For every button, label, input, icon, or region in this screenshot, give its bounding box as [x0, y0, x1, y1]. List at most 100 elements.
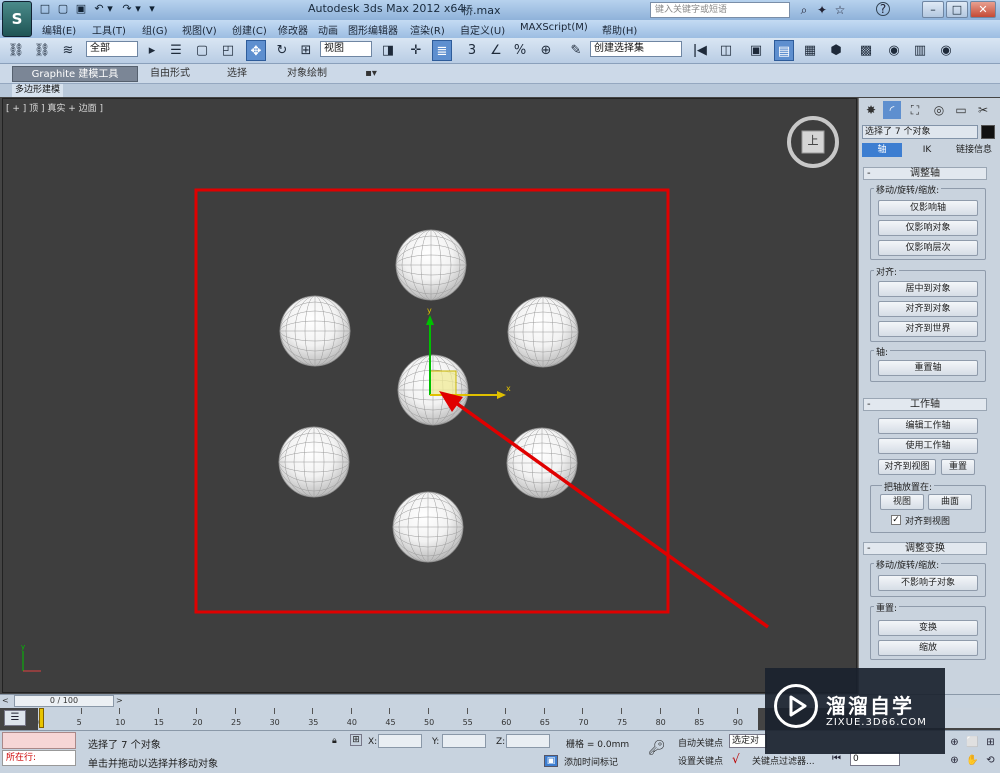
search-input[interactable]: 键入关键字或短语 — [650, 2, 790, 18]
reset-transform-button[interactable]: 变换 — [878, 620, 978, 636]
rollout-adjust-pivot[interactable]: - 调整轴 — [863, 167, 987, 180]
absolute-mode-icon[interactable]: ⊞ — [350, 734, 362, 746]
keyboard-shortcut-override-icon[interactable]: ≣ — [432, 40, 452, 61]
time-tag-icon[interactable]: ▣ — [544, 755, 558, 767]
collapse-icon[interactable]: - — [867, 543, 871, 554]
align-to-object-button[interactable]: 对齐到对象 — [878, 301, 978, 317]
set-key-button[interactable]: 设置关键点 — [678, 754, 723, 767]
select-by-name-icon[interactable]: ☰ — [166, 40, 186, 61]
communication-icon[interactable]: ☆ — [832, 2, 848, 18]
align-to-view-checkbox[interactable]: ✓ — [891, 515, 901, 525]
sphere-object[interactable] — [278, 426, 350, 498]
motion-panel-icon[interactable]: ◎ — [930, 101, 948, 119]
rollout-adjust-transform[interactable]: - 调整变换 — [863, 542, 987, 555]
redo-dropdown-icon[interactable]: ▾ — [134, 2, 142, 16]
undo-icon[interactable]: ↶ — [92, 2, 106, 16]
selected-objects-dropdown[interactable]: 选定对象 — [729, 734, 767, 748]
schematic-view-icon[interactable]: ⬢ — [826, 40, 846, 61]
percent-snap-icon[interactable]: % — [510, 40, 530, 61]
pan-icon[interactable]: ✋ — [966, 754, 979, 767]
maxscript-line-label[interactable]: 所在行: — [2, 750, 76, 766]
sphere-object[interactable] — [395, 229, 467, 301]
x-coordinate-field[interactable] — [378, 734, 422, 748]
top-viewport[interactable]: y x 上 y — [2, 98, 857, 693]
menu-modifiers[interactable]: 修改器 — [278, 22, 308, 37]
rollout-working-pivot[interactable]: - 工作轴 — [863, 398, 987, 411]
spinner-snap-icon[interactable]: ⊕ — [536, 40, 556, 61]
reference-coordinate-dropdown[interactable]: 视图 — [320, 41, 372, 57]
graphite-toggle-icon[interactable]: ▤ — [774, 40, 794, 61]
collapse-icon[interactable]: - — [867, 399, 871, 410]
zoom-extents-icon[interactable]: ⬜ — [966, 736, 979, 749]
z-coordinate-field[interactable] — [506, 734, 550, 748]
layer-manager-icon[interactable]: ▣ — [746, 40, 766, 61]
named-selection-dropdown[interactable]: 创建选择集 — [590, 41, 682, 57]
create-panel-icon[interactable]: ✸ — [862, 101, 880, 119]
place-view-button[interactable]: 视图 — [880, 494, 924, 510]
tab-pivot[interactable]: 轴 — [862, 143, 902, 157]
sphere-object[interactable] — [507, 296, 579, 368]
time-slider[interactable]: 0 / 100 — [14, 695, 114, 707]
current-frame-field[interactable]: 0 — [850, 752, 900, 766]
ribbon-options-icon[interactable]: ▪▾ — [362, 66, 380, 82]
render-setup-icon[interactable]: ◉ — [884, 40, 904, 61]
minimize-button[interactable]: – — [922, 1, 944, 18]
tab-selection[interactable]: 选择 — [222, 66, 252, 82]
align-to-view-button[interactable]: 对齐到视图 — [878, 459, 936, 475]
menu-graph-editors[interactable]: 图形编辑器 — [348, 22, 398, 37]
reset-pivot-button[interactable]: 重置轴 — [878, 360, 978, 376]
mirror-icon[interactable]: ǀ◀ — [690, 40, 710, 61]
tab-ik[interactable]: IK — [905, 143, 949, 157]
bind-space-warp-icon[interactable]: ≋ — [58, 40, 78, 61]
link-icon[interactable]: ⛓ — [6, 40, 26, 61]
use-working-pivot-button[interactable]: 使用工作轴 — [878, 438, 978, 454]
reset-scale-button[interactable]: 缩放 — [878, 640, 978, 656]
reset-button[interactable]: 重置 — [941, 459, 975, 475]
align-to-world-button[interactable]: 对齐到世界 — [878, 321, 978, 337]
sphere-object[interactable] — [392, 491, 464, 563]
collapse-icon[interactable]: - — [867, 168, 871, 179]
snaps-toggle-icon[interactable]: 3 — [462, 40, 482, 61]
maxscript-listener[interactable] — [2, 732, 76, 749]
key-mode-icon[interactable]: √ — [732, 752, 740, 766]
lock-icon[interactable]: 🔒︎ — [332, 736, 337, 746]
selection-name-field[interactable]: 选择了 7 个对象 — [862, 125, 978, 139]
quick-access-dropdown-icon[interactable]: ▾ — [148, 2, 156, 16]
prev-frame-icon[interactable]: < — [2, 696, 9, 705]
pivot-center-icon[interactable]: ◨ — [378, 40, 398, 61]
open-icon[interactable]: ▢ — [56, 2, 70, 16]
auto-key-button[interactable]: 自动关键点 — [678, 736, 723, 749]
maximize-button[interactable]: □ — [946, 1, 968, 18]
angle-snap-icon[interactable]: ∠ — [486, 40, 506, 61]
new-icon[interactable]: □ — [38, 2, 52, 16]
search-icon[interactable]: ⌕ — [796, 2, 812, 18]
edit-named-selection-icon[interactable]: ✎ — [566, 40, 586, 61]
display-panel-icon[interactable]: ▭ — [952, 101, 970, 119]
menu-views[interactable]: 视图(V) — [182, 22, 217, 37]
tab-link-info[interactable]: 链接信息 — [952, 143, 996, 157]
select-and-scale-icon[interactable]: ⊞ — [296, 40, 316, 61]
key-filters-button[interactable]: 关键点过滤器... — [752, 754, 815, 767]
current-frame-marker[interactable] — [39, 708, 44, 728]
affect-pivot-only-button[interactable]: 仅影响轴 — [878, 200, 978, 216]
affect-hierarchy-only-button[interactable]: 仅影响层次 — [878, 240, 978, 256]
selection-filter-dropdown[interactable]: 全部 — [86, 41, 138, 57]
menu-help[interactable]: 帮助(H) — [602, 22, 637, 37]
viewport-label[interactable]: [ + ] 顶 ] 真实 + 边面 ] — [6, 101, 103, 114]
select-object-icon[interactable]: ▸ — [142, 40, 162, 61]
save-icon[interactable]: ▣ — [74, 2, 88, 16]
key-icon[interactable]: 🔑︎ — [648, 740, 666, 756]
hierarchy-panel-icon[interactable]: ⛶ — [906, 101, 924, 119]
render-production-icon[interactable]: ◉ — [936, 40, 956, 61]
utilities-panel-icon[interactable]: ✂ — [974, 101, 992, 119]
undo-dropdown-icon[interactable]: ▾ — [106, 2, 114, 16]
menu-animation[interactable]: 动画 — [318, 22, 338, 37]
menu-tools[interactable]: 工具(T) — [92, 22, 126, 37]
align-icon[interactable]: ◫ — [716, 40, 736, 61]
material-editor-icon[interactable]: ▩ — [856, 40, 876, 61]
center-to-object-button[interactable]: 居中到对象 — [878, 281, 978, 297]
zoom-icon[interactable]: ⊕ — [948, 736, 961, 749]
redo-icon[interactable]: ↷ — [120, 2, 134, 16]
track-bar[interactable]: 051015202530354045505560657075808590 — [38, 708, 758, 730]
menu-group[interactable]: 组(G) — [142, 22, 168, 37]
